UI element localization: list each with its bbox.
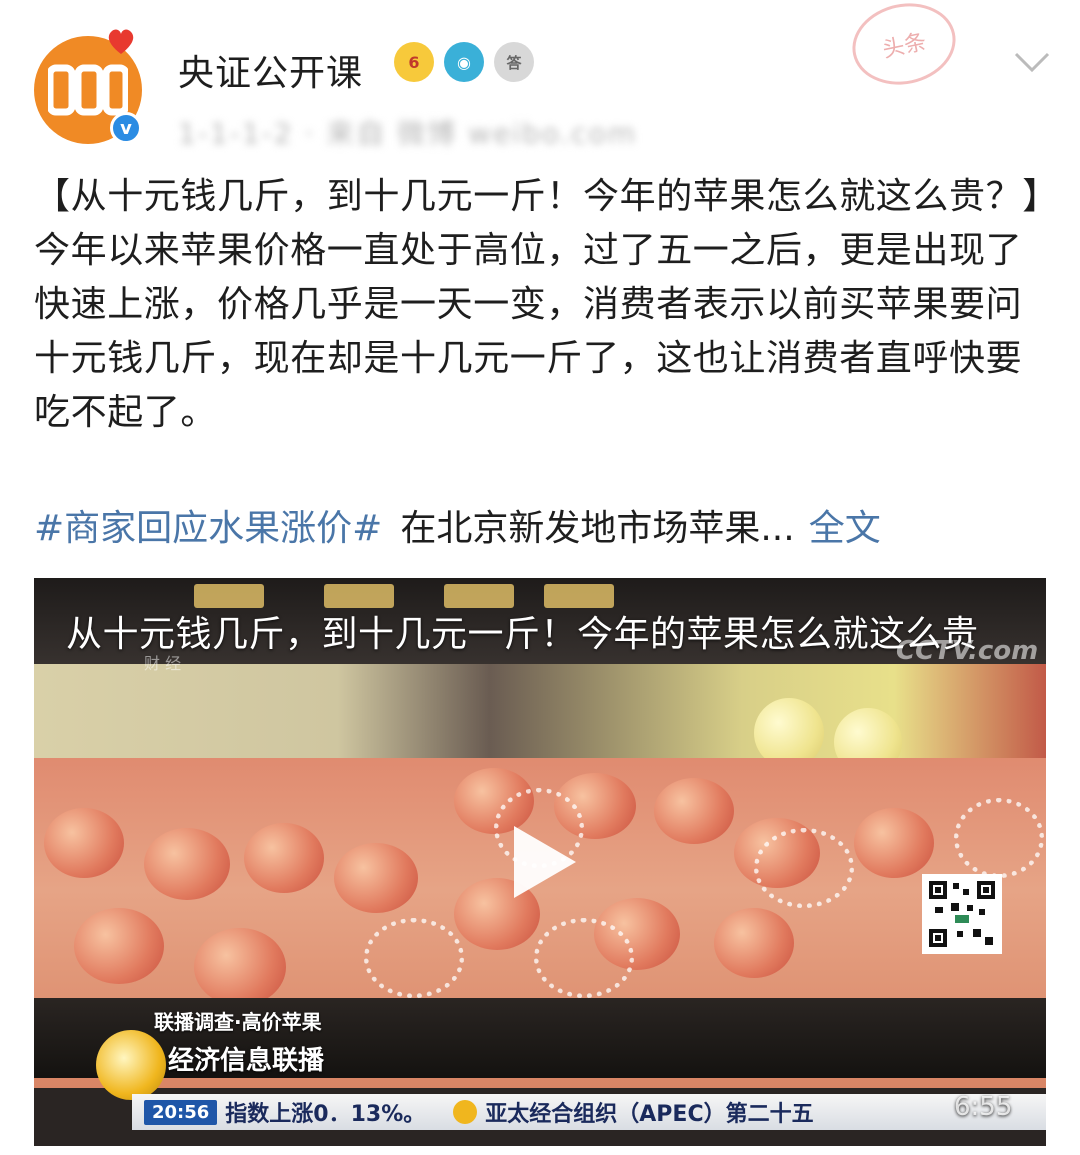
badge-row: 6 ◉ 答	[394, 42, 534, 82]
play-icon[interactable]	[510, 822, 580, 902]
verified-icon: v	[110, 112, 142, 144]
apple	[654, 778, 734, 844]
heart-icon	[108, 29, 134, 54]
foam-net	[534, 918, 634, 998]
foam-net	[954, 798, 1044, 878]
apple	[334, 843, 418, 913]
ticker-left-text: 指数上涨0．13%。	[225, 1102, 426, 1127]
apple	[244, 823, 324, 893]
video-duration: 6:55	[954, 1092, 1013, 1122]
channel-name: 经济信息联播	[168, 1046, 325, 1076]
avatar[interactable]: v	[34, 29, 142, 144]
topic-line: #商家回应水果涨价# 在北京新发地市场苹果... 全文	[34, 502, 1046, 556]
ticker-right-text: 亚太经合组织（APEC）第二十五	[485, 1102, 814, 1127]
price-tag	[544, 584, 614, 608]
price-tag	[444, 584, 514, 608]
apple	[44, 808, 124, 878]
foam-net	[364, 918, 464, 998]
cctv-logo-icon	[48, 64, 128, 116]
channel-logo-icon	[96, 1030, 166, 1100]
ticker-time: 20:56	[144, 1099, 218, 1125]
hashtag-link[interactable]: #商家回应水果涨价#	[34, 508, 382, 549]
topic-text: 在北京新发地市场苹果...	[400, 508, 795, 549]
price-tag	[194, 584, 264, 608]
apple	[74, 908, 164, 984]
video-title: 从十元钱几斤，到十几元一斤！今年的苹果怎么就这么贵	[66, 614, 979, 655]
apple	[144, 828, 230, 900]
chevron-down-icon[interactable]	[1012, 50, 1052, 76]
apple	[194, 928, 286, 1006]
account-name[interactable]: 央证公开课	[178, 44, 363, 96]
post-body: 【从十元钱几斤，到十几元一斤！今年的苹果怎么就这么贵？】今年以来苹果价格一直处于…	[34, 176, 1041, 433]
full-text-link[interactable]: 全文	[809, 508, 881, 549]
headline-stamp: 头条	[844, 0, 964, 94]
finance-channel-mark: 财 经	[144, 654, 182, 673]
cctv-watermark: CCTV.com	[896, 636, 1039, 666]
apple	[714, 908, 794, 978]
post-meta: 1-1-1-2 · 来自 微博 weibo.com	[178, 117, 638, 150]
news-ticker: 20:56 指数上涨0．13%。 亚太经合组织（APEC）第二十五	[132, 1094, 1046, 1130]
crown-badge-icon[interactable]: 6	[394, 42, 434, 82]
qr-code-icon	[922, 874, 1002, 954]
foam-net	[754, 828, 854, 908]
ticker-logo-icon	[453, 1100, 478, 1124]
camera-badge-icon[interactable]: ◉	[444, 42, 484, 82]
medal-badge-icon[interactable]: 答	[494, 42, 534, 82]
video-player[interactable]: 从十元钱几斤，到十几元一斤！今年的苹果怎么就这么贵 CCTV.com 财 经 联…	[34, 578, 1046, 1146]
segment-label: 联播调查·高价苹果	[154, 1010, 322, 1034]
apple	[854, 808, 934, 878]
price-tag	[324, 584, 394, 608]
